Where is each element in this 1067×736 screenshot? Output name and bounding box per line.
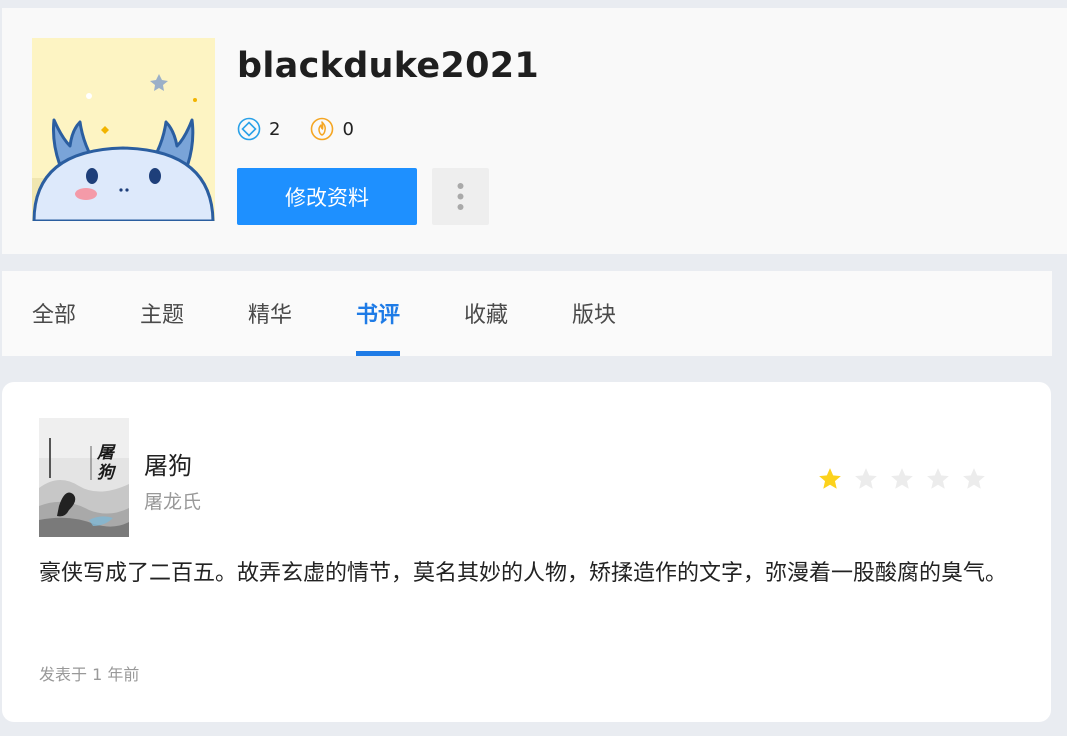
coins-value: 0 (342, 118, 354, 140)
star-icon (927, 468, 949, 489)
review-card: 屠 狗 屠狗 屠龙氏 豪侠写成了二百五。故弄玄虚的情节，莫名其妙的人物，矫揉造作… (2, 382, 1051, 722)
tab-favorites[interactable]: 收藏 (464, 297, 508, 356)
book-cover[interactable]: 屠 狗 (39, 418, 129, 537)
posted-time: 发表于 1 年前 (39, 665, 140, 684)
book-title[interactable]: 屠狗 (144, 446, 192, 481)
tab-featured[interactable]: 精华 (248, 297, 292, 356)
star-icon (819, 468, 841, 489)
fire-coin-icon (311, 117, 334, 141)
coins-stat: 0 (310, 117, 354, 141)
star-icon (855, 468, 877, 489)
tab-book-reviews[interactable]: 书评 (356, 297, 401, 356)
cover-title-char-1: 屠 (96, 443, 116, 463)
points-stat: 2 (237, 117, 280, 141)
avatar[interactable] (32, 38, 215, 223)
star-rating (817, 466, 997, 492)
username: blackduke2021 (237, 46, 540, 86)
tab-topics[interactable]: 主题 (140, 297, 184, 356)
diamond-icon (237, 117, 261, 141)
more-vertical-icon (457, 183, 464, 210)
points-value: 2 (269, 118, 281, 140)
more-options-button[interactable] (432, 168, 489, 225)
user-stats: 2 0 (237, 117, 384, 141)
tab-boards[interactable]: 版块 (572, 297, 616, 356)
profile-header: blackduke2021 2 0 修改资料 (2, 8, 1067, 254)
tab-all[interactable]: 全部 (32, 297, 76, 356)
review-text: 豪侠写成了二百五。故弄玄虚的情节，莫名其妙的人物，矫揉造作的文字，弥漫着一股酸腐… (39, 561, 1008, 586)
book-author: 屠龙氏 (144, 491, 202, 513)
profile-tabs: 全部 主题 精华 书评 收藏 版块 (2, 271, 1052, 356)
edit-profile-button[interactable]: 修改资料 (237, 168, 417, 225)
star-icon (963, 468, 985, 489)
star-icon (891, 468, 913, 489)
